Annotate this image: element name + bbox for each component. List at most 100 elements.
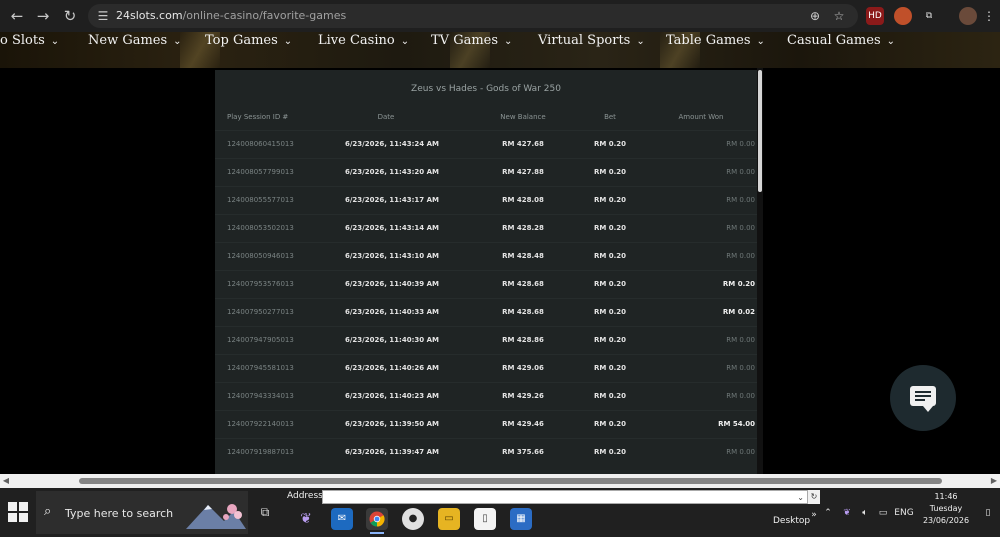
address-bar[interactable]: ☰ 24slots.com/online-casino/favorite-gam… bbox=[88, 4, 858, 28]
chevron-down-icon: ⌄ bbox=[886, 36, 895, 47]
table-row: 124007943334013 6/23/2026, 11:40:23 AM RM … bbox=[215, 382, 757, 410]
search-icon: ⌕ bbox=[44, 504, 52, 519]
display-icon[interactable]: ▭ bbox=[876, 506, 890, 520]
amount-won-cell: RM 0.20 bbox=[722, 280, 755, 288]
language-indicator[interactable]: ENG bbox=[894, 506, 914, 520]
date-cell: 6/23/2026, 11:40:30 AM bbox=[345, 336, 439, 344]
chevron-down-icon: ⌄ bbox=[756, 36, 765, 47]
menu-dots-icon[interactable]: ⋮ bbox=[980, 7, 998, 25]
horizontal-scrollbar-thumb[interactable] bbox=[79, 478, 942, 484]
toolbar-expand-icon[interactable]: » bbox=[808, 508, 820, 522]
amount-won-cell: RM 0.00 bbox=[726, 140, 755, 148]
scroll-right-icon[interactable]: ▶ bbox=[988, 474, 1000, 488]
nav-item-live-casino[interactable]: Live Casino ⌄ bbox=[318, 32, 409, 49]
new-balance-cell: RM 429.26 bbox=[502, 392, 544, 400]
page-vertical-scrollbar[interactable] bbox=[757, 68, 763, 474]
date-cell: 6/23/2026, 11:40:33 AM bbox=[345, 308, 439, 316]
address-toolbar-label: Address bbox=[287, 491, 323, 501]
bet-cell: RM 0.20 bbox=[593, 448, 627, 456]
bookmark-star-icon[interactable]: ☆ bbox=[831, 8, 847, 24]
nav-label: Table Games bbox=[666, 33, 751, 48]
file-explorer-icon[interactable]: ▭ bbox=[438, 508, 460, 530]
clock-day: Tuesday bbox=[929, 504, 963, 513]
puzzle-extensions-icon[interactable]: ⧉ bbox=[920, 7, 938, 25]
amount-won-cell: RM 0.00 bbox=[726, 392, 755, 400]
session-id-cell: 124008055577013 bbox=[227, 196, 294, 204]
nav-item-casual-games[interactable]: Casual Games ⌄ bbox=[787, 32, 895, 49]
date-cell: 6/23/2026, 11:43:14 AM bbox=[345, 224, 439, 232]
dropdown-arrow-icon[interactable]: ⌄ bbox=[797, 491, 804, 504]
bet-cell: RM 0.20 bbox=[593, 420, 627, 428]
hd-extension-icon[interactable]: HD bbox=[866, 7, 884, 25]
profile-avatar[interactable] bbox=[959, 7, 977, 25]
taskbar-clock[interactable]: 11:46 Tuesday 23/06/2026 bbox=[918, 491, 974, 527]
table-row: 124007919887013 6/23/2026, 11:39:47 AM RM … bbox=[215, 438, 757, 466]
new-balance-cell: RM 428.68 bbox=[502, 308, 544, 316]
session-id-cell: 124007953576013 bbox=[227, 280, 294, 288]
nav-item-slots[interactable]: o Slots ⌄ bbox=[0, 32, 59, 49]
feather-tray-icon[interactable]: ❦ bbox=[840, 506, 854, 520]
bet-cell: RM 0.20 bbox=[593, 308, 627, 316]
nav-label: Top Games bbox=[205, 33, 278, 48]
nav-item-new-games[interactable]: New Games ⌄ bbox=[88, 32, 182, 49]
session-id-cell: 124007943334013 bbox=[227, 392, 294, 400]
extension-icon[interactable] bbox=[894, 7, 912, 25]
calculator-app-icon[interactable]: ▦ bbox=[510, 508, 532, 530]
chat-button[interactable] bbox=[890, 365, 956, 431]
bet-cell: RM 0.20 bbox=[593, 364, 627, 372]
windows-taskbar: ⌕ Type here to search ⧉ Address ⌄ ↻ ❦ ✉ … bbox=[0, 488, 1000, 537]
nav-item-tv-games[interactable]: TV Games ⌄ bbox=[431, 32, 512, 49]
site-settings-icon[interactable]: ☰ bbox=[95, 8, 111, 24]
amount-won-cell: RM 0.00 bbox=[726, 168, 755, 176]
new-balance-cell: RM 428.28 bbox=[502, 224, 544, 232]
nav-label: TV Games bbox=[431, 33, 499, 48]
nav-item-table-games[interactable]: Table Games ⌄ bbox=[666, 32, 765, 49]
reload-icon[interactable]: ↻ bbox=[60, 6, 80, 26]
chrome-app-icon[interactable] bbox=[366, 508, 388, 534]
zoom-icon[interactable]: ⊕ bbox=[807, 8, 823, 24]
scroll-left-icon[interactable]: ◀ bbox=[0, 474, 12, 488]
nav-label: Virtual Sports bbox=[538, 33, 631, 48]
game-history-panel: Zeus vs Hades - Gods of War 250 Play Ses… bbox=[215, 70, 757, 474]
url-text[interactable]: 24slots.com/online-casino/favorite-games bbox=[116, 8, 346, 24]
chevron-up-icon[interactable]: ⌃ bbox=[822, 506, 834, 520]
date-cell: 6/23/2026, 11:39:50 AM bbox=[345, 420, 439, 428]
taskbar-search-box[interactable]: ⌕ Type here to search bbox=[36, 491, 248, 534]
chevron-down-icon: ⌄ bbox=[283, 36, 293, 47]
address-toolbar-input[interactable]: ⌄ bbox=[322, 490, 808, 504]
mail-app-icon[interactable]: ✉ bbox=[331, 508, 353, 530]
bet-cell: RM 0.20 bbox=[593, 168, 627, 176]
date-cell: 6/23/2026, 11:43:24 AM bbox=[345, 140, 439, 148]
nav-item-virtual-sports[interactable]: Virtual Sports ⌄ bbox=[538, 32, 645, 49]
task-view-icon[interactable]: ⧉ bbox=[256, 504, 274, 520]
table-row: 124007922140013 6/23/2026, 11:39:50 AM RM … bbox=[215, 410, 757, 438]
table-row: 124007950277013 6/23/2026, 11:40:33 AM RM … bbox=[215, 298, 757, 326]
session-id-cell: 124007947905013 bbox=[227, 336, 294, 344]
session-id-cell: 124008053502013 bbox=[227, 224, 294, 232]
document-app-icon[interactable]: ▯ bbox=[474, 508, 496, 530]
column-header-session-id: Play Session ID # bbox=[227, 113, 289, 121]
clock-date: 23/06/2026 bbox=[922, 516, 970, 525]
page-horizontal-scrollbar[interactable]: ◀ ▶ bbox=[0, 474, 1000, 488]
session-id-cell: 124007922140013 bbox=[227, 420, 294, 428]
bet-cell: RM 0.20 bbox=[593, 336, 627, 344]
url-path: /online-casino/favorite-games bbox=[182, 9, 347, 22]
volume-icon[interactable]: 🔈︎ bbox=[858, 506, 872, 520]
new-balance-cell: RM 429.46 bbox=[502, 420, 544, 428]
forward-arrow-icon[interactable]: → bbox=[33, 6, 53, 26]
address-go-icon[interactable]: ↻ bbox=[808, 490, 820, 504]
notifications-icon[interactable]: ▯ bbox=[982, 506, 994, 520]
session-id-cell: 124007950277013 bbox=[227, 308, 294, 316]
media-app-icon[interactable]: ● bbox=[402, 508, 424, 530]
bet-cell: RM 0.20 bbox=[593, 252, 627, 260]
amount-won-cell: RM 0.00 bbox=[726, 364, 755, 372]
bet-cell: RM 0.20 bbox=[593, 280, 627, 288]
table-row: 124008050946013 6/23/2026, 11:43:10 AM RM … bbox=[215, 242, 757, 270]
nav-item-top-games[interactable]: Top Games ⌄ bbox=[205, 32, 292, 49]
chevron-down-icon: ⌄ bbox=[173, 36, 182, 47]
back-arrow-icon[interactable]: ← bbox=[7, 6, 27, 26]
windows-start-icon[interactable] bbox=[8, 502, 28, 522]
scrollbar-thumb[interactable] bbox=[758, 70, 762, 192]
feather-app-icon[interactable]: ❦ bbox=[295, 508, 317, 530]
table-row: 124008060415013 6/23/2026, 11:43:24 AM RM … bbox=[215, 130, 757, 158]
